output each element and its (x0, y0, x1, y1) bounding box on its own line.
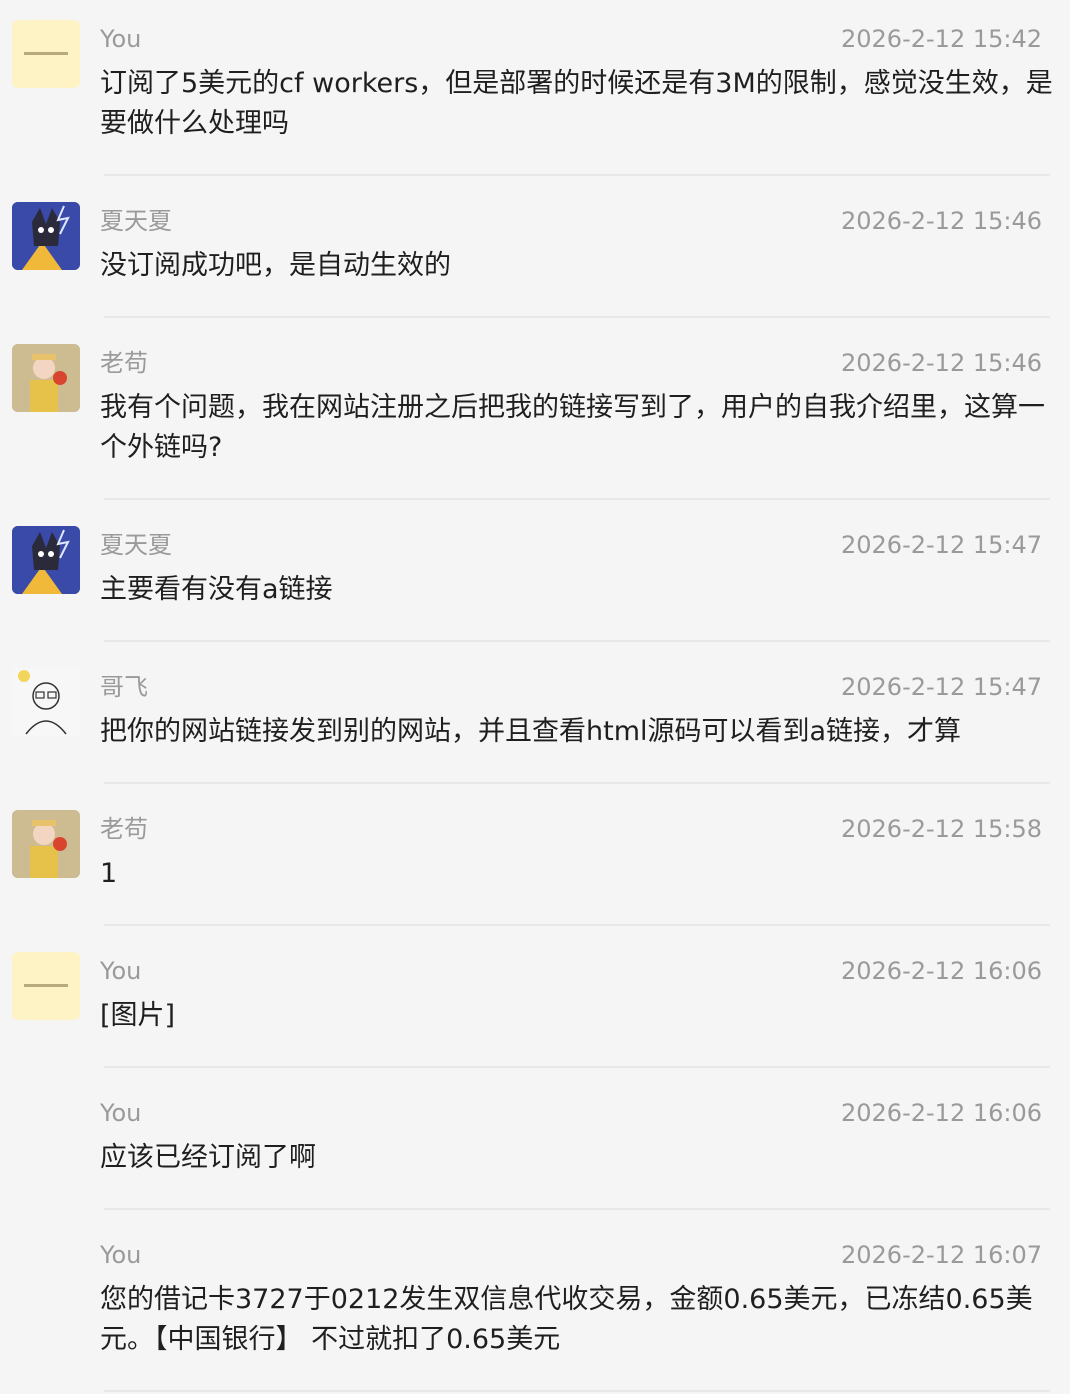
message-time: 2026-2-12 15:58 (841, 815, 1042, 843)
cartoon-fox-avatar-icon[interactable] (12, 526, 80, 594)
divider (104, 1390, 1050, 1392)
note-avatar-icon[interactable] (12, 20, 80, 88)
sender-name: 老苟 (100, 349, 148, 377)
divider (104, 498, 1050, 500)
message-text[interactable]: 订阅了5美元的cf workers，但是部署的时候还是有3M的限制，感觉没生效，… (100, 64, 1055, 144)
sender-name: You (100, 25, 142, 53)
divider (104, 1208, 1050, 1210)
sender-name: You (100, 957, 142, 985)
divider (104, 1066, 1050, 1068)
message-text[interactable]: 把你的网站链接发到别的网站，并且查看html源码可以看到a链接，才算 (100, 712, 1055, 752)
sender-name: You (100, 1099, 142, 1127)
image-placeholder-text[interactable]: [图片] (100, 996, 1055, 1036)
message-time: 2026-2-12 15:47 (841, 531, 1042, 559)
message-text[interactable]: 1 (100, 854, 1055, 894)
divider (104, 316, 1050, 318)
divider (104, 782, 1050, 784)
sender-name: 夏天夏 (100, 207, 172, 235)
message-time: 2026-2-12 16:06 (841, 1099, 1042, 1127)
message-time: 2026-2-12 15:42 (841, 25, 1042, 53)
message-text[interactable]: 主要看有没有a链接 (100, 570, 1055, 610)
message-text[interactable]: 应该已经订阅了啊 (100, 1138, 1055, 1178)
message-time: 2026-2-12 16:07 (841, 1241, 1042, 1269)
child-photo-avatar-icon[interactable] (12, 810, 80, 878)
message-time: 2026-2-12 15:46 (841, 349, 1042, 377)
sender-name: 哥飞 (100, 673, 148, 701)
cartoon-fox-avatar-icon[interactable] (12, 202, 80, 270)
message-text[interactable]: 您的借记卡3727于0212发生双信息代收交易，金额0.65美元，已冻结0.65… (100, 1280, 1055, 1360)
divider (104, 174, 1050, 176)
message-text[interactable]: 没订阅成功吧，是自动生效的 (100, 246, 1055, 286)
note-avatar-icon[interactable] (12, 952, 80, 1020)
message-time: 2026-2-12 15:47 (841, 673, 1042, 701)
bald-man-sketch-avatar-icon[interactable] (12, 668, 80, 736)
sender-name: 夏天夏 (100, 531, 172, 559)
message-text[interactable]: 我有个问题，我在网站注册之后把我的链接写到了，用户的自我介绍里，这算一个外链吗? (100, 388, 1055, 468)
message-time: 2026-2-12 16:06 (841, 957, 1042, 985)
sender-name: 老苟 (100, 815, 148, 843)
child-photo-avatar-icon[interactable] (12, 344, 80, 412)
sender-name: You (100, 1241, 142, 1269)
divider (104, 924, 1050, 926)
divider (104, 640, 1050, 642)
message-time: 2026-2-12 15:46 (841, 207, 1042, 235)
